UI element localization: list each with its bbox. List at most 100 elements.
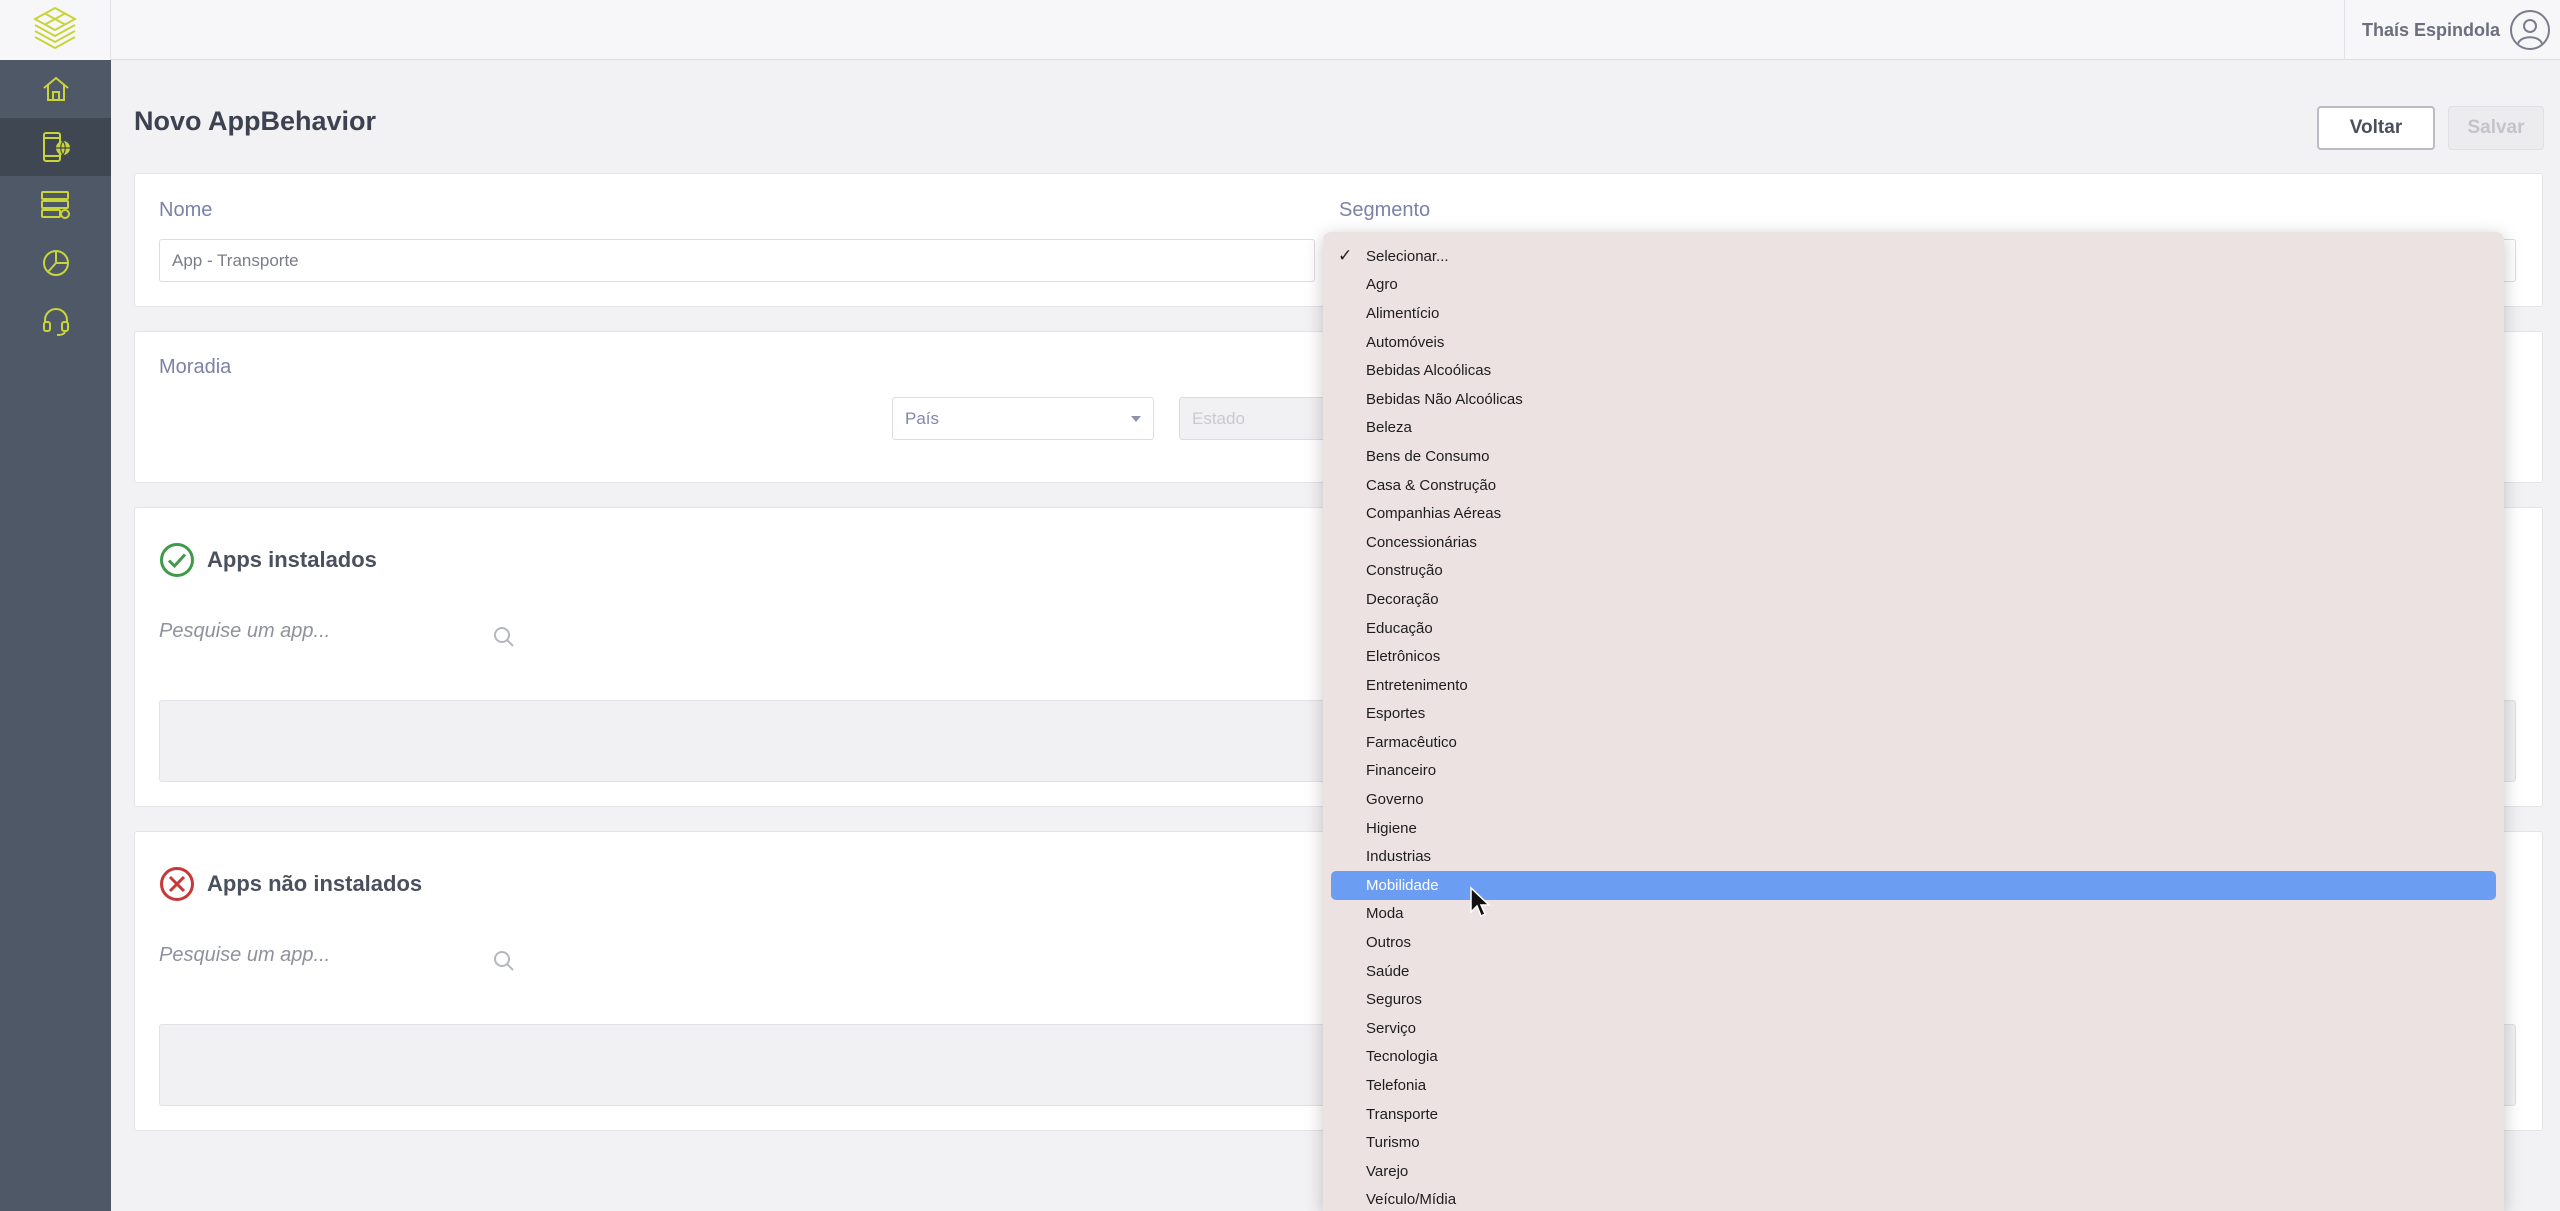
sidebar	[0, 60, 111, 1211]
segmento-option[interactable]: Outros	[1323, 928, 2504, 957]
segmento-option-label: Educação	[1366, 619, 1433, 637]
sidebar-item-support[interactable]	[0, 292, 111, 350]
segmento-option[interactable]: Esportes	[1323, 700, 2504, 729]
segmento-option-label: Construção	[1366, 562, 1443, 580]
segmento-option-label: Decoração	[1366, 590, 1439, 608]
segmento-option-label: Entretenimento	[1366, 676, 1468, 694]
segmento-option[interactable]: Tecnologia	[1323, 1043, 2504, 1072]
moradia-label: Moradia	[159, 356, 232, 378]
segmento-option-label: Tecnologia	[1366, 1048, 1438, 1066]
search-icon[interactable]	[492, 625, 516, 649]
segmento-option-label: Bebidas Não Alcoólicas	[1366, 390, 1523, 408]
segmento-option[interactable]: Decoração	[1323, 585, 2504, 614]
not-installed-search-input[interactable]: Pesquise um app...	[159, 944, 330, 967]
segmento-option[interactable]: ✓ Selecionar...	[1323, 242, 2504, 271]
estado-placeholder: Estado	[1192, 408, 1245, 428]
segmento-option[interactable]: Eletrônicos	[1323, 642, 2504, 671]
segmento-option[interactable]: Casa & Construção	[1323, 471, 2504, 500]
page-title: Novo AppBehavior	[134, 106, 377, 136]
segmento-option-label: Bens de Consumo	[1366, 447, 1490, 465]
segmento-option[interactable]: Seguros	[1323, 985, 2504, 1014]
segmento-option-label: Farmacêutico	[1366, 733, 1457, 751]
segmento-option-label: Transporte	[1366, 1105, 1438, 1123]
user-menu[interactable]: Thaís Espindola	[2344, 0, 2560, 60]
sidebar-item-reports[interactable]	[0, 234, 111, 292]
segmento-option[interactable]: Moda	[1323, 900, 2504, 929]
segmento-dropdown-list[interactable]: ✓ Selecionar... Agro Alimentício Automóveis B…	[1323, 232, 2504, 1211]
nome-input[interactable]: App - Transporte	[159, 239, 1315, 282]
segmento-option[interactable]: Serviço	[1323, 1014, 2504, 1043]
segmento-option-label: Governo	[1366, 791, 1424, 809]
pais-placeholder: País	[905, 408, 940, 428]
segmento-option-label: Automóveis	[1366, 333, 1445, 351]
nome-input-value: App - Transporte	[172, 250, 299, 270]
segmento-option[interactable]: Construção	[1323, 557, 2504, 586]
pie-chart-icon	[42, 250, 69, 276]
segmento-option[interactable]: Alimentício	[1323, 299, 2504, 328]
check-circle-icon	[159, 542, 195, 578]
installed-search-input[interactable]: Pesquise um app...	[159, 620, 330, 643]
segmento-option-label: Outros	[1366, 934, 1412, 952]
nome-label: Nome	[159, 199, 213, 221]
segmento-option[interactable]: Educação	[1323, 614, 2504, 643]
sidebar-item-home[interactable]	[0, 60, 111, 118]
search-icon[interactable]	[492, 949, 516, 973]
segmento-option[interactable]: Saúde	[1323, 957, 2504, 986]
x-circle-icon	[159, 866, 195, 902]
segmento-option[interactable]: Veículo/Mídia	[1323, 1186, 2504, 1211]
segmento-option-label: Mobilidade	[1366, 876, 1439, 894]
mobile-globe-icon	[42, 132, 70, 162]
installed-apps-heading: Apps instalados	[159, 542, 377, 578]
segmento-option[interactable]: Companhias Aéreas	[1323, 499, 2504, 528]
segmento-option[interactable]: Turismo	[1323, 1128, 2504, 1157]
segmento-option-label: Financeiro	[1366, 762, 1437, 780]
segmento-label: Segmento	[1339, 199, 1431, 221]
checkmark-icon: ✓	[1338, 246, 1353, 266]
segmento-option-label: Veículo/Mídia	[1366, 1191, 1457, 1209]
segmento-option-label: Serviço	[1366, 1019, 1417, 1037]
segmento-option[interactable]: Transporte	[1323, 1100, 2504, 1129]
segmento-option[interactable]: Governo	[1323, 785, 2504, 814]
sidebar-item-appbehavior[interactable]	[0, 118, 111, 176]
segmento-option[interactable]: Farmacêutico	[1323, 728, 2504, 757]
segmento-option[interactable]: Bens de Consumo	[1323, 442, 2504, 471]
segmento-option[interactable]: Bebidas Alcoólicas	[1323, 356, 2504, 385]
installed-apps-title: Apps instalados	[207, 547, 377, 572]
segmento-option-label: Varejo	[1366, 1162, 1409, 1180]
segmento-option-label: Companhias Aéreas	[1366, 505, 1502, 523]
segmento-option[interactable]: Higiene	[1323, 814, 2504, 843]
segmento-option[interactable]: Varejo	[1323, 1157, 2504, 1186]
segmento-option-label: Telefonia	[1366, 1077, 1427, 1095]
back-button[interactable]: Voltar	[2317, 106, 2435, 150]
segmento-option[interactable]: Beleza	[1323, 414, 2504, 443]
segmento-option-label: Seguros	[1366, 991, 1422, 1009]
server-stack-icon	[40, 191, 70, 219]
home-icon	[42, 76, 69, 101]
segmento-option-label: Bebidas Alcoólicas	[1366, 362, 1492, 380]
logo[interactable]	[0, 0, 111, 60]
segmento-option-label: Eletrônicos	[1366, 648, 1441, 666]
segmento-option[interactable]: Concessionárias	[1323, 528, 2504, 557]
headset-icon	[42, 307, 69, 336]
segmento-option-label: Beleza	[1366, 419, 1412, 437]
segmento-option[interactable]: Industrias	[1323, 842, 2504, 871]
segmento-option[interactable]: Mobilidade	[1331, 871, 2496, 900]
segmento-option-label: Turismo	[1366, 1134, 1420, 1152]
segmento-option-label: Esportes	[1366, 705, 1426, 723]
segmento-option[interactable]: Automóveis	[1323, 328, 2504, 357]
avatar-icon[interactable]	[2510, 10, 2550, 50]
segmento-option[interactable]: Entretenimento	[1323, 671, 2504, 700]
save-button[interactable]: Salvar	[2448, 106, 2544, 150]
segmento-option[interactable]: Financeiro	[1323, 757, 2504, 786]
segmento-option[interactable]: Telefonia	[1323, 1071, 2504, 1100]
chevron-down-icon	[1131, 415, 1141, 422]
segmento-option[interactable]: Agro	[1323, 271, 2504, 300]
not-installed-apps-title: Apps não instalados	[207, 871, 423, 896]
sidebar-item-servers[interactable]	[0, 176, 111, 234]
segmento-option-label: Higiene	[1366, 819, 1417, 837]
pais-select[interactable]: País	[892, 397, 1154, 440]
segmento-option[interactable]: Bebidas Não Alcoólicas	[1323, 385, 2504, 414]
user-name: Thaís Espindola	[2361, 19, 2500, 40]
segmento-option-label: Casa & Construção	[1366, 476, 1497, 494]
layered-diamond-logo-icon	[32, 6, 78, 50]
